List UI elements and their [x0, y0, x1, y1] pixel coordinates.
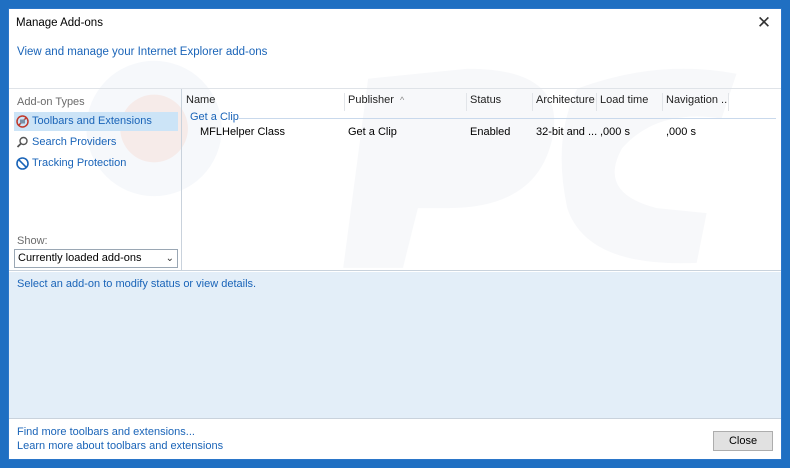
show-filter-value: Currently loaded add-ons — [18, 252, 142, 264]
group-label: Get a Clip — [190, 111, 239, 123]
cell-publisher: Get a Clip — [348, 126, 397, 138]
close-icon[interactable]: ✕ — [753, 12, 775, 34]
search-icon — [16, 136, 28, 148]
manage-addons-window: Manage Add-ons ✕ View and manage your In… — [8, 8, 782, 460]
sidebar-item-label: Toolbars and Extensions — [32, 115, 152, 127]
show-filter-select[interactable]: Currently loaded add-ons ⌄ — [14, 249, 178, 268]
column-header-architecture[interactable]: Architecture — [533, 93, 597, 111]
column-header-status[interactable]: Status — [467, 93, 533, 111]
column-header-name[interactable]: Name — [183, 93, 345, 111]
sidebar-item-tracking-protection[interactable]: Tracking Protection — [14, 154, 178, 173]
sidebar: Add-on Types Toolbars and Extensions Sea… — [9, 89, 182, 270]
column-header-load-time[interactable]: Load time — [597, 93, 663, 111]
cell-status: Enabled — [470, 126, 511, 138]
show-label: Show: — [17, 235, 48, 247]
find-more-link[interactable]: Find more toolbars and extensions... — [17, 426, 195, 438]
chevron-down-icon: ⌄ — [165, 253, 174, 264]
window-title: Manage Add-ons — [16, 17, 103, 29]
cell-load-time: ,000 s — [600, 126, 630, 138]
details-pane: Select an add-on to modify status or vie… — [9, 272, 781, 418]
sidebar-item-label: Tracking Protection — [32, 157, 127, 169]
sidebar-item-label: Search Providers — [32, 136, 117, 148]
details-prompt: Select an add-on to modify status or vie… — [17, 278, 257, 290]
column-header-publisher[interactable]: Publisher ^ — [345, 93, 467, 111]
footer: Find more toolbars and extensions... Lea… — [9, 418, 781, 459]
sidebar-item-toolbars-and-extensions[interactable]: Toolbars and Extensions — [14, 112, 178, 131]
sort-caret-icon: ^ — [400, 95, 405, 105]
header-description: View and manage your Internet Explorer a… — [17, 46, 268, 58]
toolbars-icon — [16, 115, 29, 128]
addon-types-heading: Add-on Types — [17, 96, 85, 108]
learn-more-link[interactable]: Learn more about toolbars and extensions — [17, 440, 223, 452]
close-button[interactable]: Close — [713, 431, 773, 451]
sidebar-item-search-providers[interactable]: Search Providers — [14, 133, 178, 152]
addons-panel: Add-on Types Toolbars and Extensions Sea… — [9, 88, 781, 271]
table-row[interactable]: MFLHelper Class Get a Clip Enabled 32-bi… — [183, 124, 781, 142]
column-header-navigation[interactable]: Navigation ... — [663, 93, 729, 111]
cell-navigation: ,000 s — [666, 126, 696, 138]
group-divider — [239, 118, 776, 119]
cell-name: MFLHelper Class — [200, 126, 285, 138]
tracking-protection-icon — [16, 157, 29, 170]
title-bar: Manage Add-ons ✕ — [9, 9, 781, 39]
addons-list: Name Publisher ^ Status Architecture Loa… — [183, 89, 781, 270]
cell-architecture: 32-bit and ... — [536, 126, 598, 138]
